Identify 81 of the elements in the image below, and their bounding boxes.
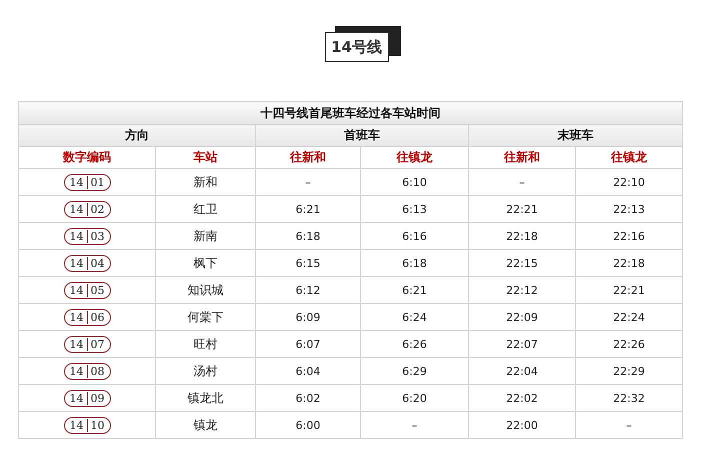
line-number: 14 — [64, 338, 88, 350]
time-cell: 22:18 — [576, 250, 683, 276]
time-cell: 6:15 — [256, 250, 360, 276]
time-cell: 22:02 — [468, 384, 576, 412]
time-cell: – — [576, 412, 683, 438]
line-number: 14 — [64, 310, 88, 324]
time-cell: 22:13 — [576, 196, 683, 222]
station-cell: 何棠下 — [156, 304, 256, 330]
time-cell: 22:00 — [468, 412, 576, 438]
station-cell: 新和 — [156, 168, 256, 196]
time-cell: – — [256, 168, 360, 196]
station-cell: 镇龙 — [156, 412, 256, 438]
time-cell: 6:13 — [360, 196, 468, 222]
time-cell: 6:04 — [256, 358, 360, 384]
time-cell: 22:24 — [576, 304, 683, 330]
time-cell: 22:07 — [468, 330, 576, 358]
time-cell: 22:09 — [468, 304, 576, 330]
time-cell: 22:04 — [468, 358, 576, 384]
time-cell: 6:09 — [256, 304, 360, 330]
time-cell: 6:20 — [360, 384, 468, 412]
station-cell: 知识城 — [156, 276, 256, 304]
group-header: 方向 — [18, 124, 256, 146]
time-cell: 22:18 — [468, 222, 576, 250]
station-number: 10 — [90, 418, 106, 432]
line-number: 14 — [64, 256, 88, 270]
time-cell: 6:07 — [256, 330, 360, 358]
station-number: 07 — [90, 338, 106, 350]
station-number: 03 — [90, 230, 106, 242]
column-header: 往新和 — [468, 146, 576, 168]
time-cell: 6:18 — [360, 250, 468, 276]
station-number: 01 — [90, 176, 106, 188]
station-number: 04 — [90, 256, 106, 270]
table-title: 十四号线首尾班车经过各车站时间 — [18, 102, 683, 124]
time-cell: 22:26 — [576, 330, 683, 358]
time-cell: 6:26 — [360, 330, 468, 358]
line-number: 14 — [64, 364, 88, 378]
time-cell: 6:02 — [256, 384, 360, 412]
time-cell: 6:00 — [256, 412, 360, 438]
time-cell: 22:32 — [576, 384, 683, 412]
column-header: 往镇龙 — [360, 146, 468, 168]
line-number: 14 — [64, 230, 88, 242]
time-cell: 6:12 — [256, 276, 360, 304]
column-header: 数字编码 — [18, 146, 156, 168]
time-cell: 22:29 — [576, 358, 683, 384]
time-cell: 22:10 — [576, 168, 683, 196]
time-cell: – — [468, 168, 576, 196]
time-cell: 6:24 — [360, 304, 468, 330]
time-cell: 6:29 — [360, 358, 468, 384]
station-cell: 汤村 — [156, 358, 256, 384]
group-header: 末班车 — [468, 124, 683, 146]
line-number: 14 — [64, 202, 88, 216]
time-cell: 6:16 — [360, 222, 468, 250]
line-number: 14 — [64, 418, 88, 432]
time-cell: 22:21 — [468, 196, 576, 222]
time-cell: 22:15 — [468, 250, 576, 276]
column-header: 车站 — [156, 146, 256, 168]
station-number: 09 — [90, 392, 106, 404]
column-header: 往镇龙 — [576, 146, 683, 168]
station-cell: 枫下 — [156, 250, 256, 276]
time-cell: 6:21 — [256, 196, 360, 222]
line-number: 14 — [64, 176, 88, 188]
line-heading: 14号线 — [324, 32, 388, 62]
column-header: 往新和 — [256, 146, 360, 168]
station-cell: 镇龙北 — [156, 384, 256, 412]
line-number: 14 — [64, 284, 88, 296]
line-number: 14 — [64, 392, 88, 404]
station-cell: 旺村 — [156, 330, 256, 358]
station-number: 06 — [90, 310, 106, 324]
station-number: 08 — [90, 364, 106, 378]
station-number: 02 — [90, 202, 106, 216]
time-cell: 6:21 — [360, 276, 468, 304]
group-header: 首班车 — [256, 124, 468, 146]
station-cell: 新南 — [156, 222, 256, 250]
time-cell: 6:10 — [360, 168, 468, 196]
time-cell: 22:21 — [576, 276, 683, 304]
station-cell: 红卫 — [156, 196, 256, 222]
station-number: 05 — [90, 284, 106, 296]
time-cell: 22:12 — [468, 276, 576, 304]
time-cell: 22:16 — [576, 222, 683, 250]
time-cell: – — [360, 412, 468, 438]
time-cell: 6:18 — [256, 222, 360, 250]
